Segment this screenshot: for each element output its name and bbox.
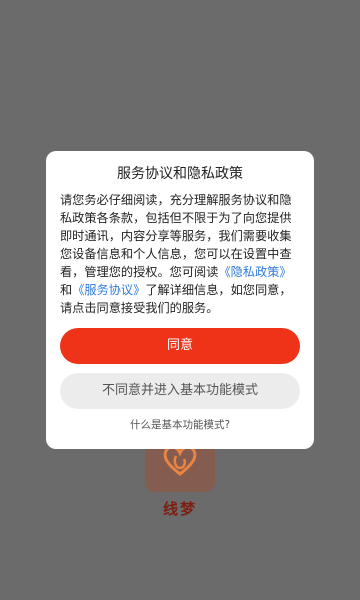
agreement-dialog: 服务协议和隐私政策 请您务必仔细阅读，充分理解服务协议和隐私政策各条款，包括但不… xyxy=(46,151,314,449)
and-text: 和 xyxy=(60,283,73,297)
privacy-policy-link[interactable]: 《隐私政策》 xyxy=(218,265,291,279)
basic-mode-button[interactable]: 不同意并进入基本功能模式 xyxy=(60,373,300,409)
dialog-title: 服务协议和隐私政策 xyxy=(117,166,243,182)
basic-mode-help-link[interactable]: 什么是基本功能模式? xyxy=(46,417,314,432)
dialog-body: 请您务必仔细阅读，充分理解服务协议和隐私政策各条款，包括但不限于为了向您提供即时… xyxy=(60,191,300,317)
agree-button[interactable]: 同意 xyxy=(60,328,300,364)
service-agreement-link[interactable]: 《服务协议》 xyxy=(72,283,145,297)
app-name: 线梦 xyxy=(162,500,197,518)
